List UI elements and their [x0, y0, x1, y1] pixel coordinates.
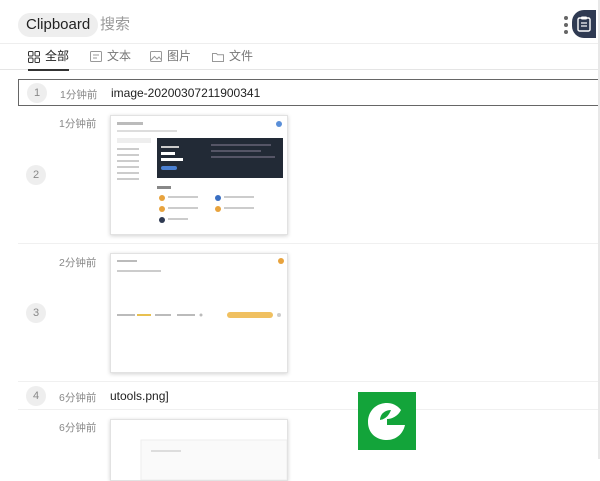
item-time: 6分钟前 — [59, 422, 97, 434]
item-time: 1分钟前 — [60, 89, 98, 101]
tab-file[interactable]: 文件 — [212, 44, 253, 69]
tab-image[interactable]: 图片 — [150, 44, 191, 69]
tab-all[interactable]: 全部 — [28, 44, 70, 71]
item-text: utools.png] — [110, 389, 169, 403]
tab-file-label: 文件 — [229, 49, 254, 63]
item-index: 2 — [26, 165, 46, 185]
tab-text-label: 文本 — [107, 49, 132, 63]
folder-icon — [212, 52, 224, 62]
grid-icon — [28, 50, 40, 63]
plugin-avatar[interactable] — [572, 10, 596, 38]
item-index: 4 — [26, 386, 46, 406]
search-input[interactable]: 搜索 — [100, 13, 130, 37]
list-item[interactable]: 4 6分钟前 utools.png] — [18, 383, 600, 410]
tab-image-label: 图片 — [167, 49, 192, 63]
screenshot-preview — [111, 254, 287, 372]
image-icon — [150, 51, 162, 62]
list-item[interactable]: 6分钟前 — [18, 411, 600, 481]
item-time: 6分钟前 — [59, 392, 97, 404]
leaf-logo-icon — [368, 403, 405, 440]
image-thumbnail[interactable] — [110, 253, 288, 373]
tab-text[interactable]: 文本 — [90, 44, 131, 69]
image-thumbnail[interactable] — [110, 115, 288, 235]
image-thumbnail[interactable] — [110, 419, 288, 481]
screenshot-preview — [111, 420, 287, 480]
app-title-chip[interactable]: Clipboard — [18, 13, 99, 37]
screenshot-preview — [111, 116, 287, 234]
top-bar: Clipboard 搜索 — [0, 0, 600, 44]
item-index: 3 — [26, 303, 46, 323]
clipboard-icon — [577, 16, 591, 32]
text-icon — [90, 51, 102, 62]
list-item[interactable]: 3 2分钟前 — [18, 245, 600, 382]
item-time: 1分钟前 — [59, 118, 97, 130]
more-menu-icon[interactable] — [564, 16, 568, 34]
list-item[interactable]: 2 1分钟前 — [18, 107, 600, 244]
tab-all-label: 全部 — [45, 49, 70, 63]
item-text: image-20200307211900341 — [111, 86, 261, 100]
watermark-logo — [358, 392, 416, 450]
item-time: 2分钟前 — [59, 257, 97, 269]
item-index: 1 — [27, 83, 47, 103]
list-item[interactable]: 1 1分钟前 image-20200307211900341 — [18, 79, 600, 106]
filter-tabs: 全部 文本 图片 文件 — [0, 44, 600, 71]
